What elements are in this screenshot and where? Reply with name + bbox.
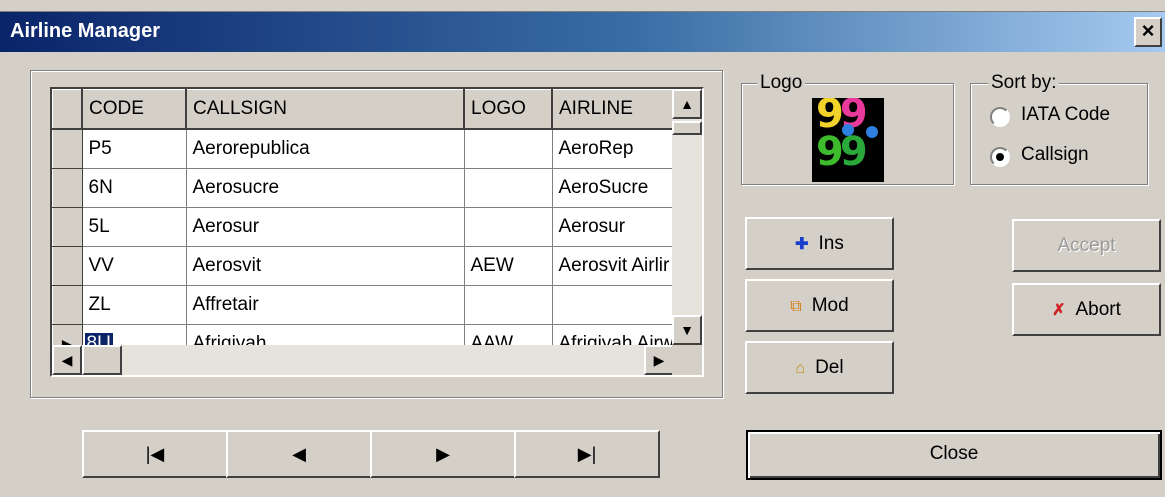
cell-callsign[interactable]: Aerosucre <box>186 168 465 208</box>
horizontal-scrollbar[interactable] <box>52 345 674 375</box>
cell-code[interactable]: 5L <box>82 207 187 247</box>
cell-logo[interactable] <box>464 285 553 325</box>
insert-button-label: Ins <box>818 233 844 254</box>
scroll-left-button[interactable]: ◀ <box>52 345 82 375</box>
cell-logo[interactable]: AEW <box>464 246 553 286</box>
scroll-corner <box>672 345 702 375</box>
modify-button[interactable]: ⧉ Mod <box>745 279 894 332</box>
close-button[interactable]: Close <box>746 430 1162 480</box>
close-window-button[interactable]: × <box>1134 17 1162 47</box>
cell-code[interactable]: ZL <box>82 285 187 325</box>
row-indicator[interactable] <box>52 246 83 286</box>
table-row[interactable]: ZL Affretair <box>52 285 689 325</box>
horizontal-scroll-thumb[interactable] <box>82 345 122 375</box>
abort-button-label: Abort <box>1075 299 1121 320</box>
airline-table: CODE CALLSIGN LOGO AIRLINE P5 Aerorepubl… <box>52 89 689 364</box>
cell-callsign[interactable]: Aerosvit <box>186 246 465 286</box>
table-row[interactable]: P5 Aerorepublica AeroRep <box>52 128 689 169</box>
sort-option-iata[interactable]: IATA Code <box>990 104 1150 130</box>
accept-button[interactable]: Accept <box>1012 219 1161 272</box>
cell-airline[interactable]: AeroSucre <box>552 168 689 208</box>
row-indicator[interactable] <box>52 285 83 325</box>
delete-icon: ⌂ <box>795 360 806 377</box>
cell-callsign[interactable]: Affretair <box>186 285 465 325</box>
nav-first-button[interactable]: |◀ <box>82 430 228 478</box>
column-header-logo[interactable]: LOGO <box>463 89 553 130</box>
vertical-scroll-thumb[interactable] <box>672 121 702 135</box>
cell-airline[interactable]: AeroRep <box>552 129 689 169</box>
cell-code[interactable]: VV <box>82 246 187 286</box>
delete-button[interactable]: ⌂ Del <box>745 341 894 394</box>
cell-airline[interactable]: Aerosvit Airlir <box>552 246 689 286</box>
scroll-down-button[interactable]: ▼ <box>672 315 702 345</box>
airline-grid[interactable]: CODE CALLSIGN LOGO AIRLINE P5 Aerorepubl… <box>50 87 704 377</box>
cell-code[interactable]: P5 <box>82 129 187 169</box>
scroll-up-button[interactable]: ▲ <box>672 89 702 119</box>
edit-icon: ⧉ <box>790 298 802 315</box>
background-window-strip <box>0 0 1165 12</box>
scroll-right-button[interactable]: ▶ <box>644 345 674 375</box>
sort-option-callsign[interactable]: Callsign <box>990 144 1150 170</box>
column-header-airline[interactable]: AIRLINE <box>551 89 689 130</box>
cell-callsign[interactable]: Aerorepublica <box>186 129 465 169</box>
abort-button[interactable]: ✗ Abort <box>1012 283 1161 336</box>
cross-icon: ✗ <box>1052 302 1066 319</box>
cell-airline[interactable]: Aerosur <box>552 207 689 247</box>
insert-button[interactable]: ✚ Ins <box>745 217 894 270</box>
row-indicator[interactable] <box>52 168 83 208</box>
column-header-code[interactable]: CODE <box>81 89 187 130</box>
title-bar[interactable] <box>0 12 1165 52</box>
sort-option-iata-label: IATA Code <box>1021 104 1111 125</box>
indicator-header <box>52 89 83 130</box>
sort-group-label: Sort by: <box>988 72 1060 94</box>
table-row[interactable]: 5L Aerosur Aerosur <box>52 207 689 247</box>
header-row: CODE CALLSIGN LOGO AIRLINE <box>52 89 689 130</box>
table-row[interactable]: 6N Aerosucre AeroSucre <box>52 168 689 208</box>
nav-last-button[interactable]: ▶| <box>514 430 660 478</box>
row-indicator[interactable] <box>52 128 83 169</box>
radio-callsign[interactable] <box>990 147 1010 167</box>
window-title: Airline Manager <box>10 20 161 42</box>
nav-next-button[interactable]: ▶ <box>370 430 516 478</box>
cell-airline[interactable] <box>552 285 689 325</box>
delete-button-label: Del <box>815 357 844 378</box>
cell-callsign[interactable]: Aerosur <box>186 207 465 247</box>
modify-button-label: Mod <box>811 295 849 316</box>
cell-code[interactable]: 6N <box>82 168 187 208</box>
row-indicator[interactable] <box>52 207 83 247</box>
plus-icon: ✚ <box>795 236 809 253</box>
cell-logo[interactable] <box>464 129 553 169</box>
sort-option-callsign-label: Callsign <box>1021 144 1089 165</box>
radio-iata[interactable] <box>990 107 1010 127</box>
column-header-callsign[interactable]: CALLSIGN <box>185 89 465 130</box>
nav-prev-button[interactable]: ◀ <box>226 430 372 478</box>
airline-logo-icon: 99 99 <box>812 98 884 182</box>
cell-logo[interactable] <box>464 207 553 247</box>
table-row[interactable]: VV Aerosvit AEW Aerosvit Airlir <box>52 246 689 286</box>
cell-logo[interactable] <box>464 168 553 208</box>
logo-group-label: Logo <box>757 72 806 94</box>
